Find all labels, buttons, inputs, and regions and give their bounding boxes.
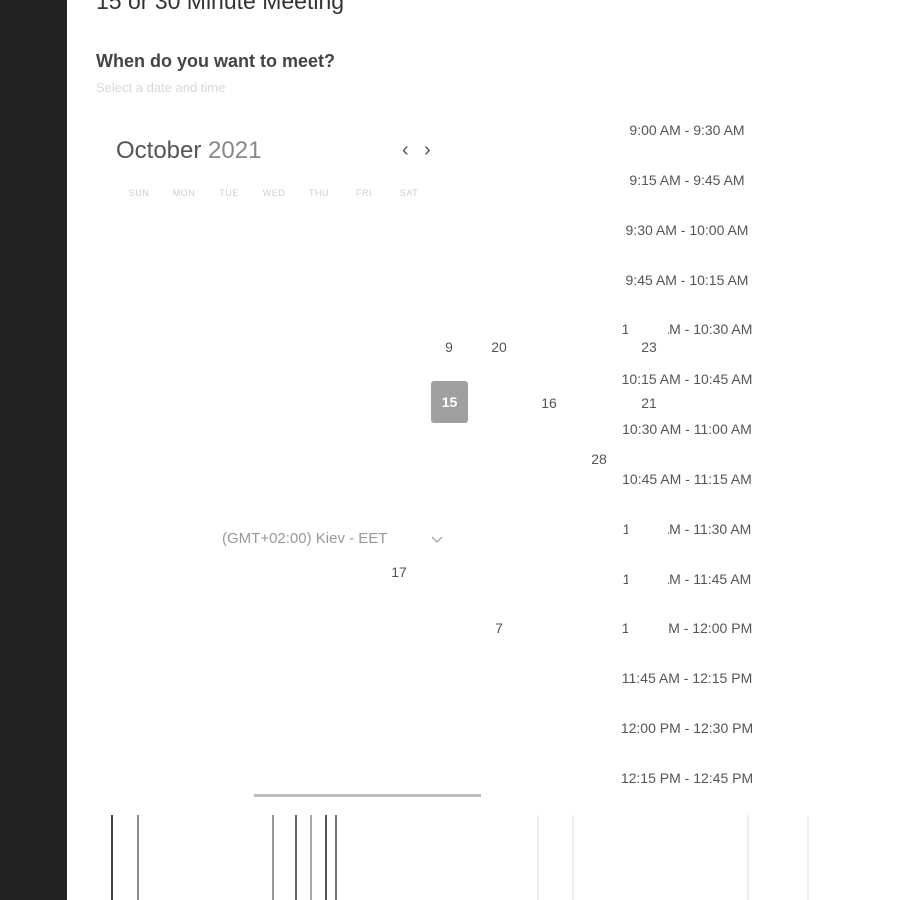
month-year-label: October 2021 — [116, 137, 261, 165]
render-glitch — [628, 621, 668, 637]
faint-cell: · — [397, 621, 401, 635]
timezone-select[interactable]: (GMT+02:00) Kiev - EET — [222, 530, 387, 547]
weekday-tue: TUE — [219, 188, 239, 198]
time-slot[interactable]: 9:30 AM - 10:00 AM — [615, 221, 759, 239]
glitch-line — [137, 815, 139, 900]
glitch-line — [310, 815, 312, 900]
time-slot[interactable]: 12:15 PM - 12:45 PM — [615, 769, 759, 787]
render-glitch — [628, 322, 668, 338]
faint-cell: · — [547, 621, 551, 635]
faint-cell: · — [547, 452, 551, 466]
calendar-day[interactable]: 23 — [634, 339, 664, 355]
faint-cell: · — [397, 396, 401, 410]
chevron-down-icon[interactable] — [431, 533, 443, 545]
glitch-line — [272, 815, 274, 900]
question-heading: When do you want to meet? — [96, 51, 335, 71]
weekday-fri: FRI — [356, 188, 372, 198]
calendar-day[interactable]: 20 — [484, 339, 514, 355]
weekday-sat: SAT — [399, 188, 419, 198]
faint-cell: · — [547, 508, 551, 522]
time-slot[interactable]: 12:00 PM - 12:30 PM — [615, 719, 759, 737]
subtitle: Select a date and time — [96, 80, 226, 95]
faint-cell: · — [347, 396, 351, 410]
render-glitch — [628, 572, 668, 588]
calendar-day[interactable]: 28 — [584, 451, 614, 467]
faint-cell: · — [397, 340, 401, 354]
weekday-wed: WED — [262, 188, 286, 198]
calendar-day[interactable]: 21 — [634, 395, 664, 411]
scheduler-panel: 15 or 30 Minute Meeting When do you want… — [67, 0, 900, 900]
faint-cell: · — [347, 621, 351, 635]
month-label: October — [116, 137, 202, 164]
time-slot[interactable]: 9:45 AM - 10:15 AM — [615, 271, 759, 289]
glitch-line — [807, 815, 809, 900]
next-month-button[interactable]: › — [424, 140, 431, 160]
faint-cell: · — [597, 396, 601, 410]
dark-sidebar — [0, 0, 67, 900]
calendar-day[interactable]: 16 — [534, 395, 564, 411]
selected-day[interactable]: 15 — [431, 381, 468, 423]
calendar-day[interactable]: 9 — [434, 339, 464, 355]
time-slot[interactable]: 10:15 AM - 10:45 AM — [615, 370, 759, 388]
faint-cell: · — [447, 508, 451, 522]
weekday-thu: THU — [309, 188, 329, 198]
faint-cell: · — [397, 452, 401, 466]
chevron-right-icon: › — [424, 139, 431, 161]
time-slot[interactable]: 10:30 AM - 11:00 AM — [615, 420, 759, 438]
render-glitch — [628, 522, 668, 538]
glitch-line — [335, 815, 337, 900]
time-slot[interactable]: 11:45 AM - 12:15 PM — [615, 669, 759, 687]
prev-month-button[interactable]: ‹ — [402, 140, 409, 160]
faint-cell: · — [497, 452, 501, 466]
weekday-sun: SUN — [128, 188, 150, 198]
faint-cell: · — [597, 340, 601, 354]
scroll-indicator — [254, 794, 481, 797]
glitch-line — [747, 815, 749, 900]
year-label: 2021 — [208, 137, 262, 164]
faint-cell: · — [447, 621, 451, 635]
glitch-line — [325, 815, 327, 900]
faint-cell: · — [347, 452, 351, 466]
glitch-line — [111, 815, 113, 900]
calendar-day[interactable]: 17 — [384, 564, 414, 580]
glitch-line — [572, 815, 574, 900]
glitch-line — [295, 815, 297, 900]
chevron-left-icon: ‹ — [402, 139, 409, 161]
faint-cell: · — [497, 565, 501, 579]
time-slot[interactable]: 9:15 AM - 9:45 AM — [615, 171, 759, 189]
calendar-day[interactable]: 7 — [484, 620, 514, 636]
weekday-mon: MON — [172, 188, 196, 198]
faint-cell: · — [547, 340, 551, 354]
time-slot[interactable]: 9:00 AM - 9:30 AM — [615, 121, 759, 139]
glitch-line — [537, 815, 539, 900]
meeting-title: 15 or 30 Minute Meeting — [96, 0, 345, 14]
time-slot[interactable]: 10:45 AM - 11:15 AM — [615, 470, 759, 488]
